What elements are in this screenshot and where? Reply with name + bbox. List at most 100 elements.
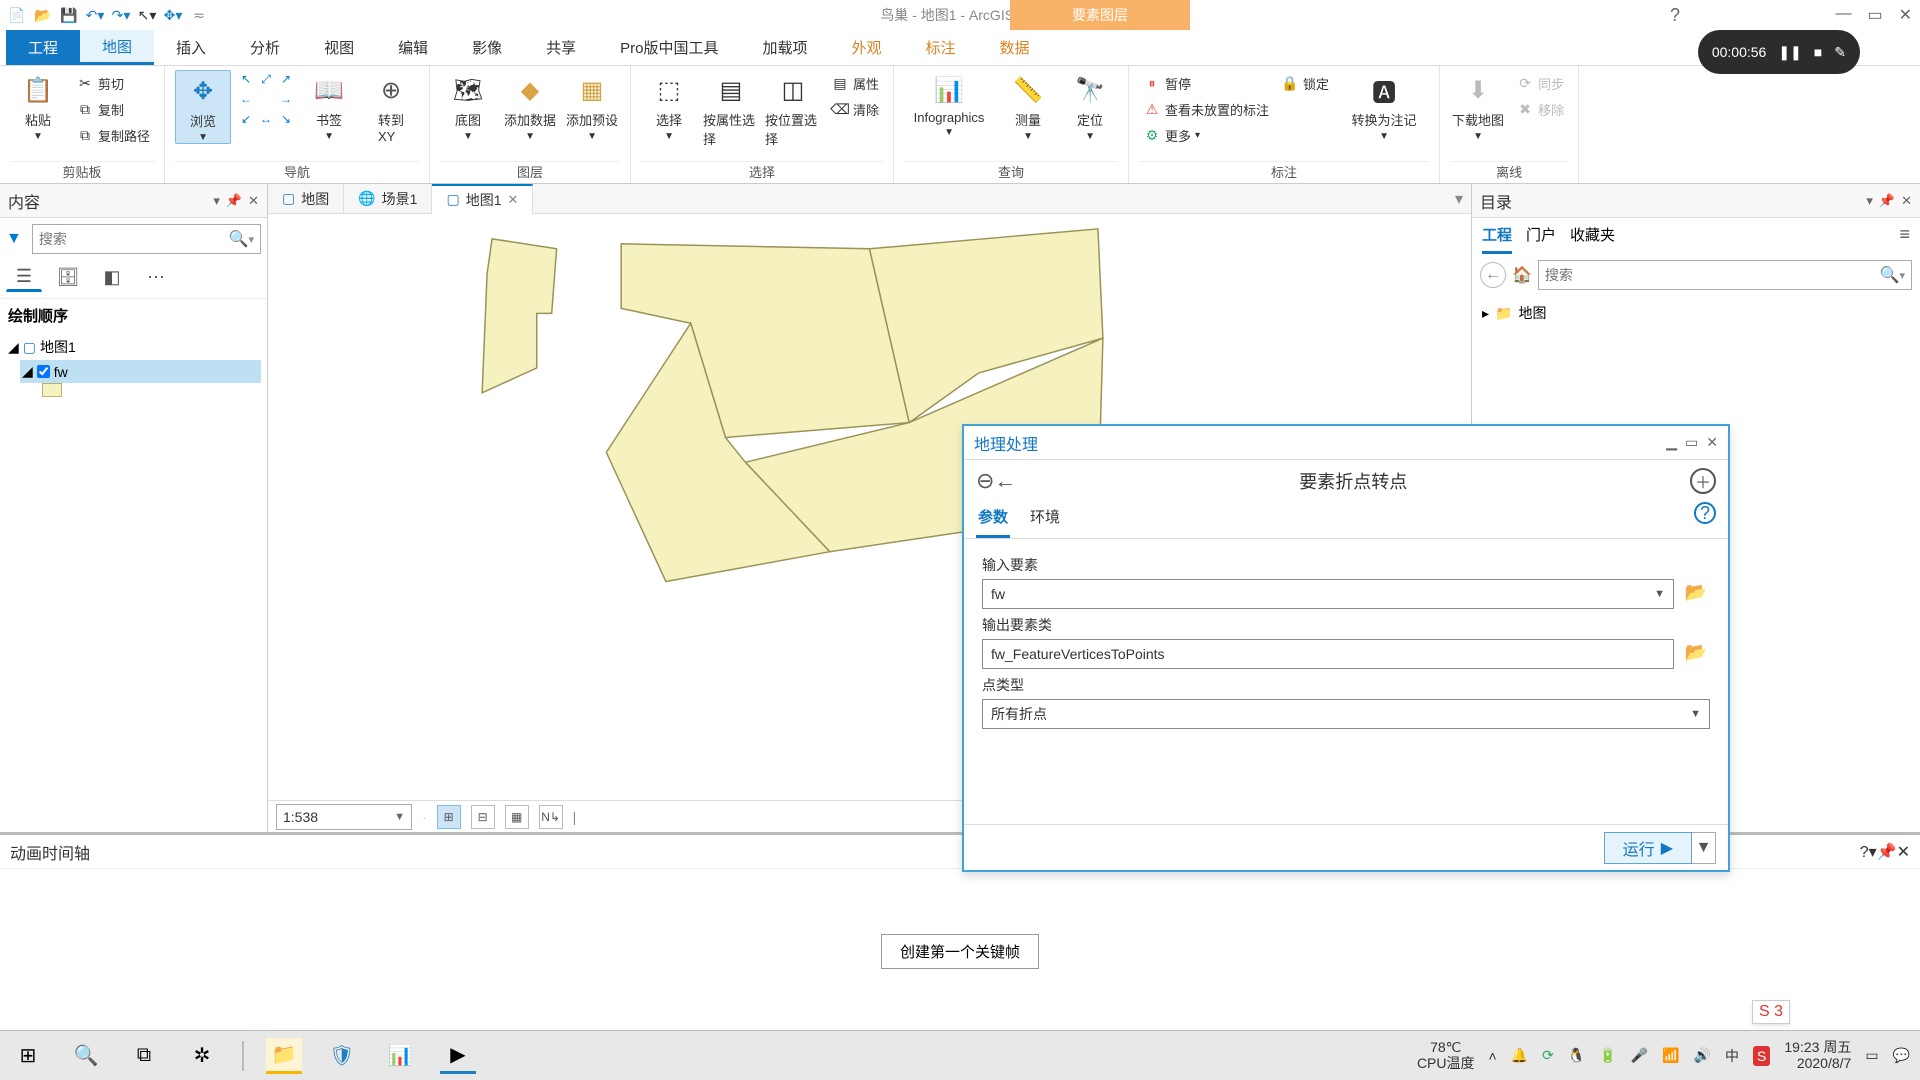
undo-icon[interactable]: ↶▾: [84, 4, 106, 26]
tray-bell-icon[interactable]: 🔔: [1511, 1047, 1528, 1064]
gp-run-dropdown[interactable]: ▼: [1692, 832, 1716, 864]
ribbon-tab-share[interactable]: 共享: [524, 30, 598, 65]
panel-close-icon[interactable]: ✕: [1897, 844, 1910, 861]
panel-pin-icon[interactable]: 📌: [226, 193, 242, 209]
panel-pin-icon[interactable]: 📌: [1879, 193, 1895, 209]
tray-volume-icon[interactable]: 🔊: [1694, 1047, 1711, 1064]
ime-indicator[interactable]: S 3: [1752, 1000, 1790, 1024]
nav-extent-arrows[interactable]: ↖⤢↗ ←→ ↙↔↘: [237, 70, 295, 128]
catalog-tab-favorites[interactable]: 收藏夹: [1570, 224, 1615, 254]
panel-menu-icon[interactable]: ▾: [213, 193, 220, 209]
tray-chevron-icon[interactable]: ˄: [1489, 1048, 1497, 1064]
expand-icon[interactable]: ◢: [8, 339, 19, 356]
panel-menu-icon[interactable]: ▾: [1869, 844, 1877, 861]
bookmarks-button[interactable]: 📖书签▼: [301, 70, 357, 142]
save-icon[interactable]: 💾: [58, 4, 80, 26]
layer-visibility-checkbox[interactable]: [37, 365, 50, 378]
catalog-search-input[interactable]: [1545, 267, 1880, 283]
gp-close-icon[interactable]: ✕: [1706, 434, 1718, 451]
clear-selection-button[interactable]: ⌫清除: [827, 96, 883, 122]
expand-icon[interactable]: ◢: [22, 363, 33, 380]
toc-more-icon[interactable]: ⋯: [138, 262, 174, 292]
gp-add-icon[interactable]: ＋: [1690, 468, 1716, 494]
map-tab-1[interactable]: 🌐场景1: [344, 184, 432, 214]
open-project-icon[interactable]: 📂: [32, 4, 54, 26]
ribbon-tab-insert[interactable]: 插入: [154, 30, 228, 65]
create-keyframe-button[interactable]: 创建第一个关键帧: [881, 934, 1039, 969]
grid-icon[interactable]: ⊟: [471, 805, 495, 829]
ribbon-tab-view[interactable]: 视图: [302, 30, 376, 65]
catalog-search[interactable]: 🔍▾: [1538, 260, 1912, 290]
dynamic-constraints-icon[interactable]: ▦: [505, 805, 529, 829]
ribbon-tab-appearance[interactable]: 外观: [829, 30, 903, 65]
add-preset-button[interactable]: ▦添加预设▼: [564, 70, 620, 142]
panel-menu-icon[interactable]: ▾: [1866, 193, 1873, 209]
close-icon[interactable]: ✕: [1899, 5, 1912, 25]
catalog-tab-project[interactable]: 工程: [1482, 224, 1512, 254]
gp-title-bar[interactable]: 地理处理 ▁▭✕: [964, 426, 1728, 460]
select-by-loc-button[interactable]: ◫按位置选择: [765, 70, 821, 148]
ribbon-tab-project[interactable]: 工程: [6, 30, 80, 65]
ribbon-tab-edit[interactable]: 编辑: [376, 30, 450, 65]
new-project-icon[interactable]: 📄: [6, 4, 28, 26]
tab-overflow-icon[interactable]: ▾: [1455, 189, 1471, 209]
search-icon[interactable]: 🔍: [1880, 265, 1900, 285]
select-button[interactable]: ⬚选择▼: [641, 70, 697, 142]
browse-icon[interactable]: 📂: [1682, 582, 1710, 606]
toc-list-by-selection-icon[interactable]: ◧: [94, 262, 130, 292]
maximize-icon[interactable]: ▭: [1867, 5, 1882, 25]
qat-customize-icon[interactable]: ≂: [188, 4, 210, 26]
paste-button[interactable]: 📋粘贴▼: [10, 70, 66, 142]
view-unplaced-button[interactable]: ⚠查看未放置的标注: [1139, 96, 1273, 122]
panel-pin-icon[interactable]: 📌: [1877, 844, 1897, 861]
add-data-button[interactable]: ◆添加数据▼: [502, 70, 558, 142]
toc-layer-item[interactable]: ◢fw: [20, 360, 261, 383]
toc-map-item[interactable]: ◢▢地图1: [6, 334, 261, 360]
expand-icon[interactable]: ▸: [1482, 305, 1489, 322]
back-icon[interactable]: ←: [1480, 262, 1506, 288]
tray-sync-icon[interactable]: ⟳: [1542, 1047, 1554, 1064]
search-icon[interactable]: 🔍: [68, 1038, 104, 1074]
explorer-icon[interactable]: 📁: [266, 1038, 302, 1074]
taskbar-clock[interactable]: 19:23 周五 2020/8/7: [1784, 1040, 1851, 1071]
locate-button[interactable]: 🔭定位▼: [1062, 70, 1118, 142]
select-by-attr-button[interactable]: ▤按属性选择: [703, 70, 759, 148]
recorder-stop-icon[interactable]: ■: [1814, 44, 1822, 60]
gp-tab-params[interactable]: 参数: [976, 502, 1010, 538]
attributes-button[interactable]: ▤属性: [827, 70, 883, 96]
gp-minimize-icon[interactable]: ▁: [1666, 434, 1677, 451]
gp-maximize-icon[interactable]: ▭: [1685, 434, 1698, 451]
gp-point-type-select[interactable]: 所有折点▼: [982, 699, 1710, 729]
basemap-button[interactable]: 🗺底图▼: [440, 70, 496, 142]
pause-labels-button[interactable]: ⏸暂停: [1139, 70, 1273, 96]
home-icon[interactable]: 🏠: [1512, 265, 1532, 285]
tray-notes-icon[interactable]: ▭: [1865, 1047, 1878, 1064]
contents-search[interactable]: 🔍▾: [32, 224, 261, 254]
ribbon-tab-map[interactable]: 地图: [80, 30, 154, 65]
tray-qq-icon[interactable]: 🐧: [1568, 1047, 1585, 1064]
gp-help-icon[interactable]: ?: [1694, 502, 1716, 524]
gp-input-features[interactable]: fw▼: [982, 579, 1674, 609]
pointer-icon[interactable]: ↖▾: [136, 4, 158, 26]
help-icon[interactable]: ?: [1670, 5, 1680, 26]
panel-close-icon[interactable]: ✕: [1901, 193, 1912, 209]
recorder-edit-icon[interactable]: ✎: [1834, 44, 1846, 61]
copy-button[interactable]: ⧉复制: [72, 96, 154, 122]
cpu-temp-widget[interactable]: 78℃ CPU温度: [1417, 1040, 1475, 1071]
snapping-icon[interactable]: ⊞: [437, 805, 461, 829]
toc-list-by-source-icon[interactable]: 🗄: [50, 262, 86, 292]
toc-list-by-drawing-icon[interactable]: ☰: [6, 262, 42, 292]
map-tab-0[interactable]: ▢地图: [268, 184, 344, 214]
minimize-icon[interactable]: —: [1835, 5, 1851, 25]
catalog-tab-portal[interactable]: 门户: [1526, 224, 1556, 254]
ribbon-tab-data[interactable]: 数据: [978, 30, 1052, 65]
app-chart-icon[interactable]: 📊: [382, 1038, 418, 1074]
catalog-item-maps[interactable]: ▸📁地图: [1482, 300, 1910, 326]
gp-back-icon[interactable]: ⊖←: [976, 468, 1016, 494]
map-tab-2[interactable]: ▢地图1✕: [432, 184, 533, 214]
scale-input[interactable]: 1:538▼: [276, 804, 412, 830]
search-icon[interactable]: 🔍: [229, 229, 249, 249]
app-fan-icon[interactable]: ✲: [184, 1038, 220, 1074]
task-view-icon[interactable]: ⧉: [126, 1038, 162, 1074]
browse-icon[interactable]: 📂: [1682, 642, 1710, 666]
